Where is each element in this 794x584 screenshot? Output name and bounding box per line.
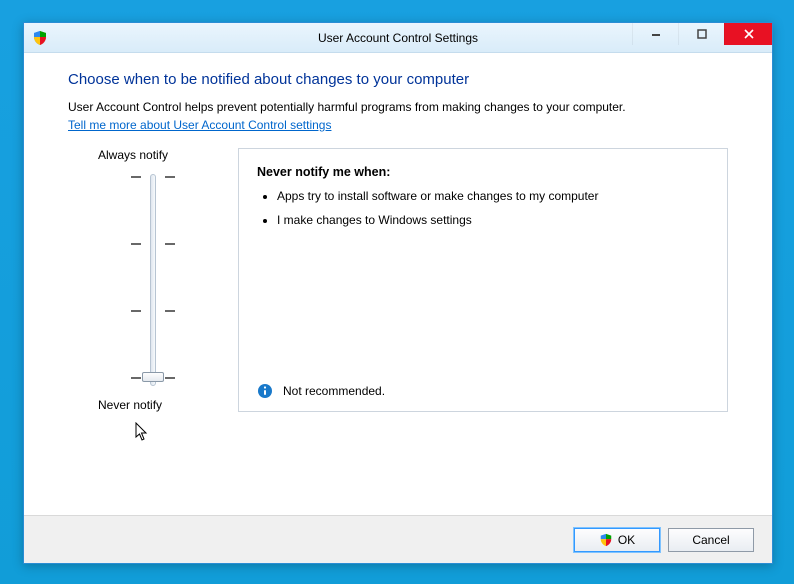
- description-text: User Account Control helps prevent poten…: [68, 100, 728, 116]
- slider-tick: [131, 176, 141, 178]
- ok-button[interactable]: OK: [574, 528, 660, 552]
- slider-tick: [131, 243, 141, 245]
- recommendation-row: Not recommended.: [257, 375, 709, 399]
- uac-settings-window: User Account Control Settings Choose whe…: [23, 22, 773, 564]
- slider-track: [150, 174, 156, 386]
- list-item: I make changes to Windows settings: [277, 213, 709, 227]
- info-icon: [257, 383, 273, 399]
- content-area: Choose when to be notified about changes…: [24, 53, 772, 515]
- slider-tick: [165, 176, 175, 178]
- cancel-button[interactable]: Cancel: [668, 528, 754, 552]
- slider-tick: [165, 310, 175, 312]
- cancel-button-label: Cancel: [692, 533, 729, 547]
- recommendation-text: Not recommended.: [283, 384, 385, 398]
- shield-icon: [599, 533, 613, 547]
- level-description-panel: Never notify me when: Apps try to instal…: [238, 148, 728, 412]
- level-title: Never notify me when:: [257, 165, 709, 179]
- dialog-footer: OK Cancel: [24, 515, 772, 563]
- slider-top-label: Always notify: [98, 148, 168, 162]
- notification-slider-area: Always notify Never notify: [68, 148, 238, 412]
- titlebar[interactable]: User Account Control Settings: [24, 23, 772, 53]
- page-heading: Choose when to be notified about changes…: [68, 71, 728, 88]
- close-button[interactable]: [724, 23, 772, 45]
- ok-button-label: OK: [618, 533, 635, 547]
- maximize-icon: [697, 29, 707, 39]
- slider-tick: [131, 310, 141, 312]
- slider-tick: [131, 377, 141, 379]
- slider-tick: [165, 377, 175, 379]
- minimize-button[interactable]: [632, 23, 678, 45]
- shield-icon: [32, 30, 48, 46]
- close-icon: [744, 29, 754, 39]
- maximize-button[interactable]: [678, 23, 724, 45]
- window-controls: [632, 23, 772, 45]
- slider-bottom-label: Never notify: [98, 398, 162, 412]
- list-item: Apps try to install software or make cha…: [277, 189, 709, 203]
- slider-tick: [165, 243, 175, 245]
- help-link[interactable]: Tell me more about User Account Control …: [68, 118, 331, 132]
- minimize-icon: [651, 29, 661, 39]
- level-bullet-list: Apps try to install software or make cha…: [257, 189, 709, 237]
- slider-thumb[interactable]: [142, 372, 164, 382]
- notification-slider[interactable]: [123, 170, 183, 390]
